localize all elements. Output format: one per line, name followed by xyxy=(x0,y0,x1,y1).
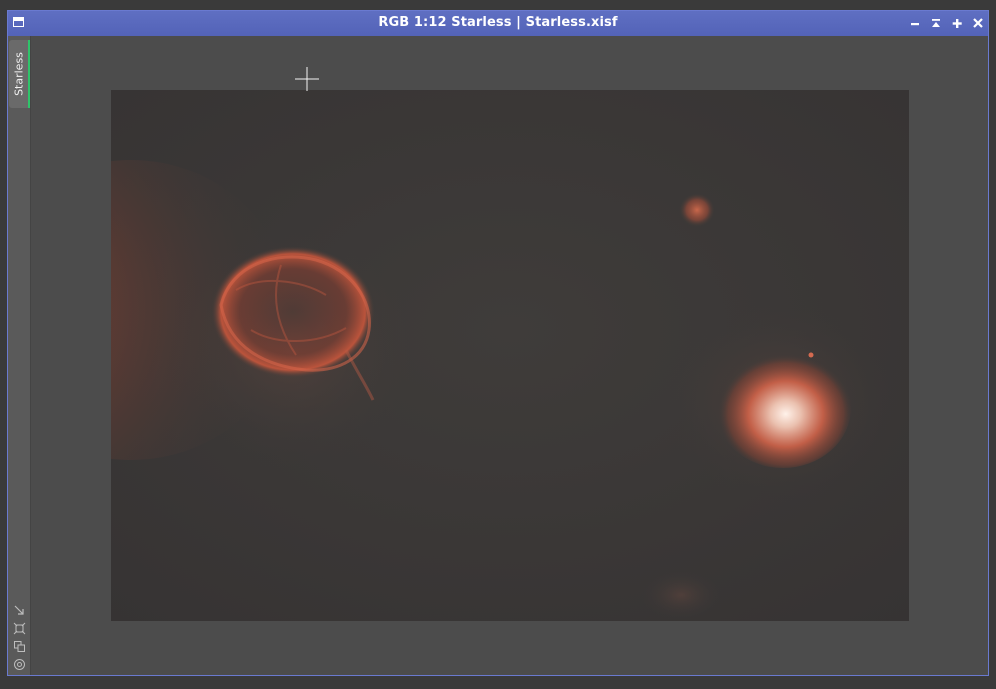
tab-starless[interactable]: Starless xyxy=(9,40,30,108)
resize-arrow-icon xyxy=(14,605,24,615)
resize-arrow-button[interactable] xyxy=(13,604,26,617)
close-icon xyxy=(973,18,983,28)
view-sidebar: Starless xyxy=(8,36,31,675)
fit-view-button[interactable] xyxy=(13,622,26,635)
shade-button[interactable] xyxy=(929,16,943,30)
minimize-button[interactable] xyxy=(908,16,922,30)
target-icon xyxy=(14,659,25,670)
nebula-image-render xyxy=(111,90,909,621)
shade-icon xyxy=(932,19,940,27)
window-title: RGB 1:12 Starless | Starless.xisf xyxy=(378,15,618,30)
starless-nebula-image[interactable] xyxy=(111,90,909,621)
image-window: RGB 1:12 Starless | Starless.xisf Starle… xyxy=(7,10,989,676)
clone-button[interactable] xyxy=(13,640,26,653)
maximize-icon xyxy=(952,19,962,28)
close-button[interactable] xyxy=(971,16,985,30)
title-bar[interactable]: RGB 1:12 Starless | Starless.xisf xyxy=(8,11,988,36)
tab-label: Starless xyxy=(12,52,26,96)
target-button[interactable] xyxy=(13,658,26,671)
maximize-button[interactable] xyxy=(950,16,964,30)
crosshair-cursor-icon xyxy=(295,67,319,91)
minimize-icon xyxy=(911,23,919,26)
fit-view-icon xyxy=(13,622,26,635)
clone-icon xyxy=(14,641,25,652)
image-viewport[interactable] xyxy=(31,36,988,675)
